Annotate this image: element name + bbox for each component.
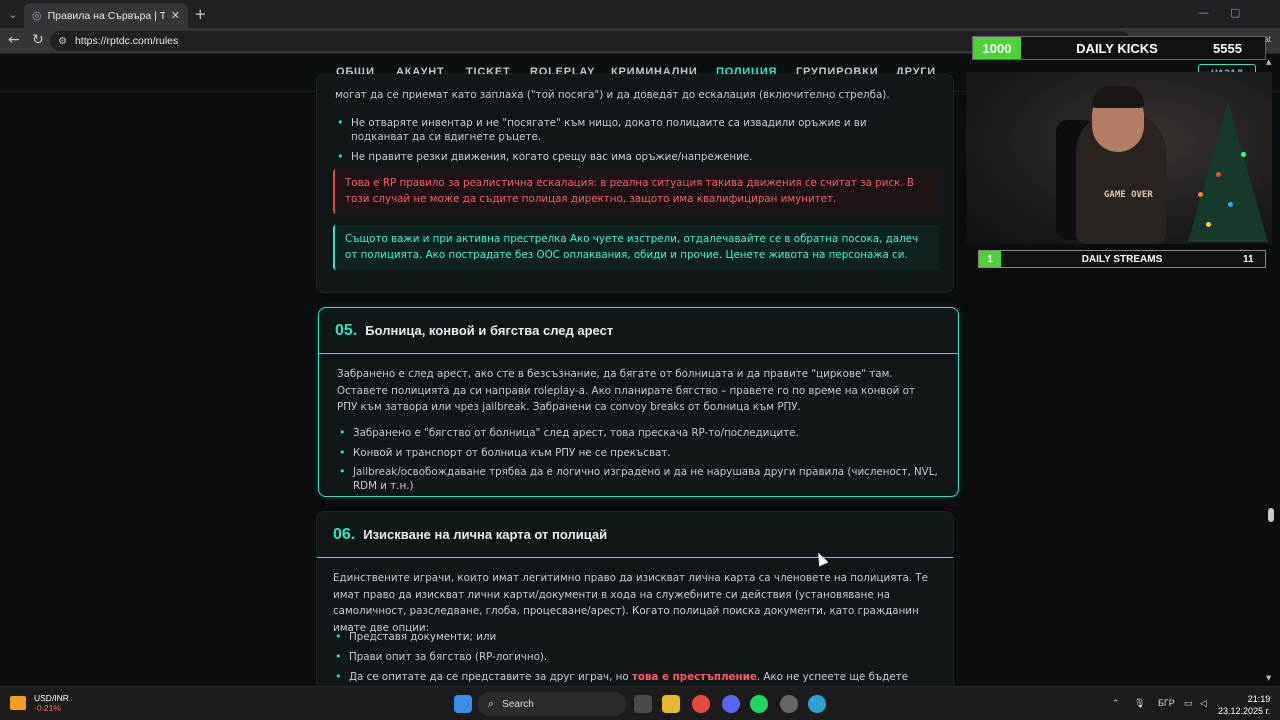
- tree-light: [1228, 202, 1233, 207]
- chart-icon: [10, 696, 26, 710]
- stock-widget[interactable]: USD/INR -0.21%: [10, 693, 69, 713]
- back-arrow-icon[interactable]: ←: [8, 32, 20, 48]
- scrollbar-thumb[interactable]: [1268, 508, 1274, 522]
- spotify-icon[interactable]: [750, 695, 768, 713]
- scroll-down-icon[interactable]: ▼: [1266, 674, 1271, 682]
- globe-icon: ◎: [32, 9, 42, 22]
- search-icon: ⌕: [488, 697, 495, 710]
- rule-card-06: 06. Изискване на лична карта от полицай …: [316, 511, 954, 686]
- file-explorer-icon[interactable]: [662, 695, 680, 713]
- site-info-icon[interactable]: ⚙: [58, 36, 67, 47]
- bullet-text: Да се опитате да се представите за друг …: [349, 671, 632, 683]
- windows-taskbar: USD/INR -0.21% ⌕ Search ⌃ 🎙 БГР ▭ ◁ 21:1…: [0, 686, 1280, 720]
- stock-symbol: USD/INR: [34, 693, 69, 703]
- edge-icon[interactable]: [808, 695, 826, 713]
- list-item: Забранено е "бягство от болница" след ар…: [337, 426, 937, 440]
- stream-overlay: 1000 DAILY KICKS 5555 GAME OVER 1 DAILY …: [966, 34, 1272, 274]
- card-header: 06. Изискване на лична карта от полицай: [317, 512, 953, 558]
- warning-callout: Това е RP правило за реалистична ескалац…: [333, 169, 939, 214]
- volume-icon[interactable]: ◁: [1200, 698, 1207, 709]
- rule-title: Болница, конвой и бягства след арест: [365, 323, 614, 338]
- system-clock[interactable]: 21:19 23.12.2025 г.: [1218, 693, 1270, 717]
- kicks-label: DAILY KICKS: [1076, 40, 1158, 56]
- daily-streams-bar: 1 DAILY STREAMS 11: [978, 250, 1266, 268]
- rule-paragraph: Забранено е след арест, ако сте в безсъз…: [337, 368, 915, 413]
- clock-time: 21:19: [1247, 694, 1271, 704]
- tree-light: [1216, 172, 1221, 177]
- daily-kicks-bar: 1000 DAILY KICKS 5555: [972, 36, 1266, 60]
- christmas-tree: [1188, 102, 1268, 242]
- tree-light: [1198, 192, 1203, 197]
- task-view-icon[interactable]: [634, 695, 652, 713]
- clock-date: 23.12.2025 г.: [1218, 706, 1271, 716]
- obs-icon[interactable]: [780, 695, 798, 713]
- tree-light: [1241, 152, 1246, 157]
- tree-light: [1206, 222, 1211, 227]
- rule-number: 05.: [335, 321, 358, 339]
- chrome-icon[interactable]: [692, 695, 710, 713]
- card-header: 05. Болница, конвой и бягства след арест: [319, 308, 958, 354]
- language-indicator[interactable]: БГР: [1158, 698, 1175, 708]
- discord-icon[interactable]: [722, 695, 740, 713]
- rule-number: 06.: [333, 525, 356, 543]
- search-label: Search: [502, 698, 534, 710]
- list-item: Представя документи; или: [333, 630, 933, 644]
- browser-tab-bar: ⌄ ◎ Правила на Сървъра | TDC Roleplay ✕ …: [0, 0, 1280, 28]
- kicks-goal: 5555: [1213, 40, 1242, 56]
- list-item: Не отваряте инвентар и не "посягате" към…: [335, 116, 925, 144]
- rule-title: Изискване на лична карта от полицай: [363, 527, 608, 542]
- tab-title: Правила на Сървъра | TDC Roleplay: [47, 9, 165, 22]
- list-item: Прави опит за бягство (RP-логично).: [333, 650, 933, 664]
- url-text: https://rptdc.com/rules: [74, 35, 179, 47]
- list-item: Конвой и транспорт от болница към РПУ не…: [337, 446, 937, 460]
- shirt-print: GAME OVER: [1104, 190, 1153, 200]
- microphone-icon[interactable]: 🎙: [1134, 698, 1145, 709]
- streams-label: DAILY STREAMS: [1081, 253, 1163, 265]
- rule-card-04: могат да се приемат като заплаха ("той п…: [316, 74, 954, 293]
- kicks-count: 1000: [973, 37, 1021, 59]
- rule-paragraph: Единствените играчи, които имат легитимн…: [333, 572, 928, 634]
- new-tab-icon[interactable]: +: [194, 5, 207, 23]
- streams-total: 11: [1243, 253, 1254, 265]
- info-callout: Същото важи и при активна престрелка Ако…: [333, 225, 939, 270]
- list-item: Jailbreak/освобождаване трябва да е логи…: [337, 465, 947, 493]
- streams-count: 1: [979, 251, 1001, 267]
- list-item: Да се опитате да се представите за друг …: [333, 670, 933, 686]
- webcam-feed: GAME OVER: [966, 72, 1272, 244]
- maximize-icon[interactable]: ▢: [1230, 6, 1240, 19]
- streamer-hair: [1092, 86, 1144, 108]
- network-icon[interactable]: ▭: [1184, 698, 1193, 709]
- section04-text: могат да се приемат като заплаха ("той п…: [335, 89, 890, 101]
- taskbar-search[interactable]: ⌕ Search: [478, 692, 626, 716]
- reload-icon[interactable]: ↻: [32, 32, 44, 48]
- windows-start-icon[interactable]: [454, 695, 472, 713]
- stock-change: -0.21%: [34, 703, 61, 713]
- rule-card-05: 05. Болница, конвой и бягства след арест…: [318, 307, 959, 497]
- crime-highlight: това е престъпление: [631, 671, 757, 683]
- minimize-icon[interactable]: —: [1198, 6, 1209, 19]
- list-item: Не правите резки движения, когато срещу …: [335, 150, 925, 164]
- tab-close-icon[interactable]: ✕: [171, 9, 180, 22]
- browser-tab[interactable]: ◎ Правила на Сървъра | TDC Roleplay ✕: [24, 3, 188, 28]
- tray-chevron-icon[interactable]: ⌃: [1112, 698, 1120, 709]
- tab-list-chevron-icon[interactable]: ⌄: [0, 0, 26, 28]
